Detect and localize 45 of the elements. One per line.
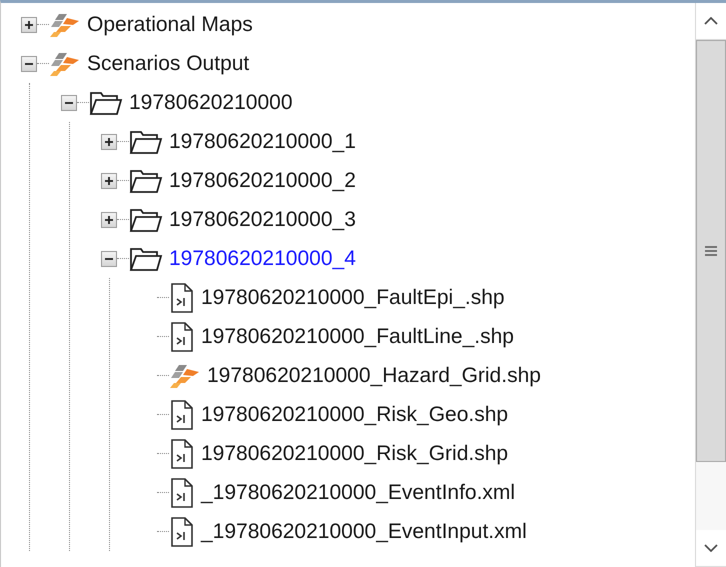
file-icon — [169, 322, 195, 352]
tree-item[interactable]: 19780620210000_1 — [169, 130, 356, 154]
collapse-toggle[interactable] — [61, 94, 77, 110]
tree-item[interactable]: _19780620210000_EventInput.xml — [201, 520, 527, 544]
scroll-down-button[interactable] — [696, 530, 726, 567]
scrollbar-thumb[interactable] — [696, 40, 726, 462]
folder-icon — [89, 90, 123, 116]
tree-item[interactable]: 19780620210000_4 — [169, 246, 356, 270]
file-icon — [169, 400, 195, 430]
layers-icon — [49, 12, 81, 38]
expand-toggle[interactable] — [101, 134, 117, 150]
grip-icon — [705, 246, 717, 256]
plus-icon — [24, 20, 34, 30]
expand-toggle[interactable] — [21, 16, 37, 32]
plus-icon — [104, 214, 114, 224]
expand-toggle[interactable] — [101, 172, 117, 188]
tree-item[interactable]: 19780620210000_Risk_Geo.shp — [201, 402, 508, 426]
tree-item[interactable]: 19780620210000_FaultLine_.shp — [201, 324, 514, 348]
tree-item[interactable]: 19780620210000_FaultEpi_.shp — [201, 286, 505, 310]
file-icon — [169, 516, 195, 546]
layers-icon — [49, 50, 81, 76]
tree-item[interactable]: 19780620210000_3 — [169, 208, 356, 232]
folder-icon — [129, 206, 163, 232]
file-icon — [169, 438, 195, 468]
layers-icon — [169, 362, 201, 388]
tree-item[interactable]: 19780620210000_Hazard_Grid.shp — [207, 364, 541, 388]
expand-toggle[interactable] — [101, 212, 117, 228]
collapse-toggle[interactable] — [21, 56, 37, 72]
tree-item[interactable]: Scenarios Output — [87, 52, 250, 76]
tree-item[interactable]: 19780620210000 — [129, 90, 293, 114]
tree-item[interactable]: 19780620210000_2 — [169, 168, 356, 192]
plus-icon — [104, 176, 114, 186]
file-icon — [169, 282, 195, 312]
tree-item[interactable]: 19780620210000_Risk_Grid.shp — [201, 442, 508, 466]
scroll-up-button[interactable] — [696, 3, 726, 40]
folder-icon — [129, 246, 163, 272]
collapse-toggle[interactable] — [101, 250, 117, 266]
file-icon — [169, 478, 195, 508]
folder-icon — [129, 168, 163, 194]
tree-item[interactable]: Operational Maps — [87, 12, 253, 36]
plus-icon — [104, 136, 114, 146]
chevron-down-icon — [704, 544, 718, 552]
chevron-up-icon — [704, 17, 718, 25]
folder-icon — [129, 128, 163, 154]
tree-item[interactable]: _19780620210000_EventInfo.xml — [201, 480, 516, 504]
